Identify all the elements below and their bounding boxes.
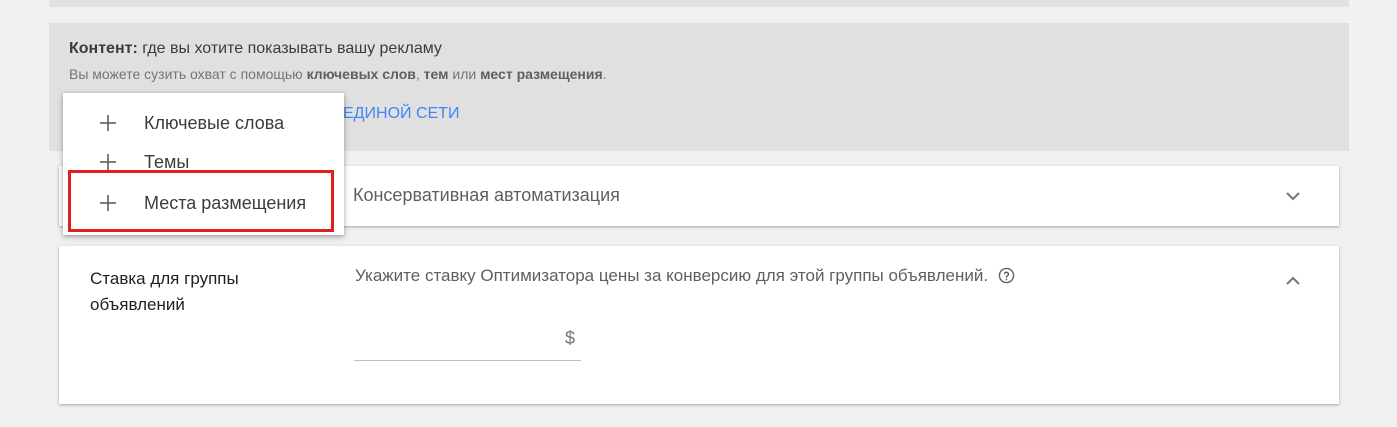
help-circle-icon[interactable] [998,267,1015,284]
plus-icon [100,195,116,211]
menu-item-label: Темы [144,152,190,172]
chevron-up-icon[interactable] [1281,269,1305,293]
chevron-down-icon[interactable] [1281,184,1305,208]
add-targeting-menu: Ключевые слова Темы Места размещения [63,93,344,235]
bid-input-field[interactable]: $ [354,324,581,361]
subtitle-text: Вы можете сузить охват с помощью [69,66,307,82]
menu-item-label: Ключевые слова [144,113,285,133]
content-title-bold: Контент: [69,40,138,57]
content-title-text: где вы хотите показывать вашу рекламу [137,40,442,57]
bid-input[interactable] [354,324,554,356]
plus-icon [100,154,116,170]
bid-label: Ставка для группы объявлений [90,269,239,314]
display-network-link[interactable]: ЕДИНОЙ СЕТИ [343,105,459,123]
subtitle-separator: , [415,66,424,82]
subtitle-placements: мест размещения [480,66,603,82]
subtitle-keywords: ключевых слов [306,66,416,82]
plus-icon [100,115,116,131]
bid-instruction: Укажите ставку Оптимизатора цены за конв… [355,266,1015,286]
ad-group-bid-card: Ставка для группы объявлений Укажите ста… [59,246,1339,404]
content-title: Контент: где вы хотите показывать вашу р… [69,40,442,58]
content-subtitle: Вы можете сузить охват с помощью ключевы… [69,66,607,82]
subtitle-or: или [448,66,481,82]
menu-item-keywords[interactable]: Ключевые слова [63,103,344,143]
automation-value: Консервативная автоматизация [353,185,620,205]
currency-symbol: $ [564,328,575,348]
bid-instruction-text: Укажите ставку Оптимизатора цены за конв… [355,266,989,285]
menu-item-placements[interactable]: Места размещения [63,183,344,223]
subtitle-end: . [602,66,607,82]
menu-item-topics[interactable]: Темы [63,142,344,182]
subtitle-topics: тем [423,66,449,82]
top-section-edge [49,0,1349,7]
menu-item-label: Места размещения [144,193,307,213]
